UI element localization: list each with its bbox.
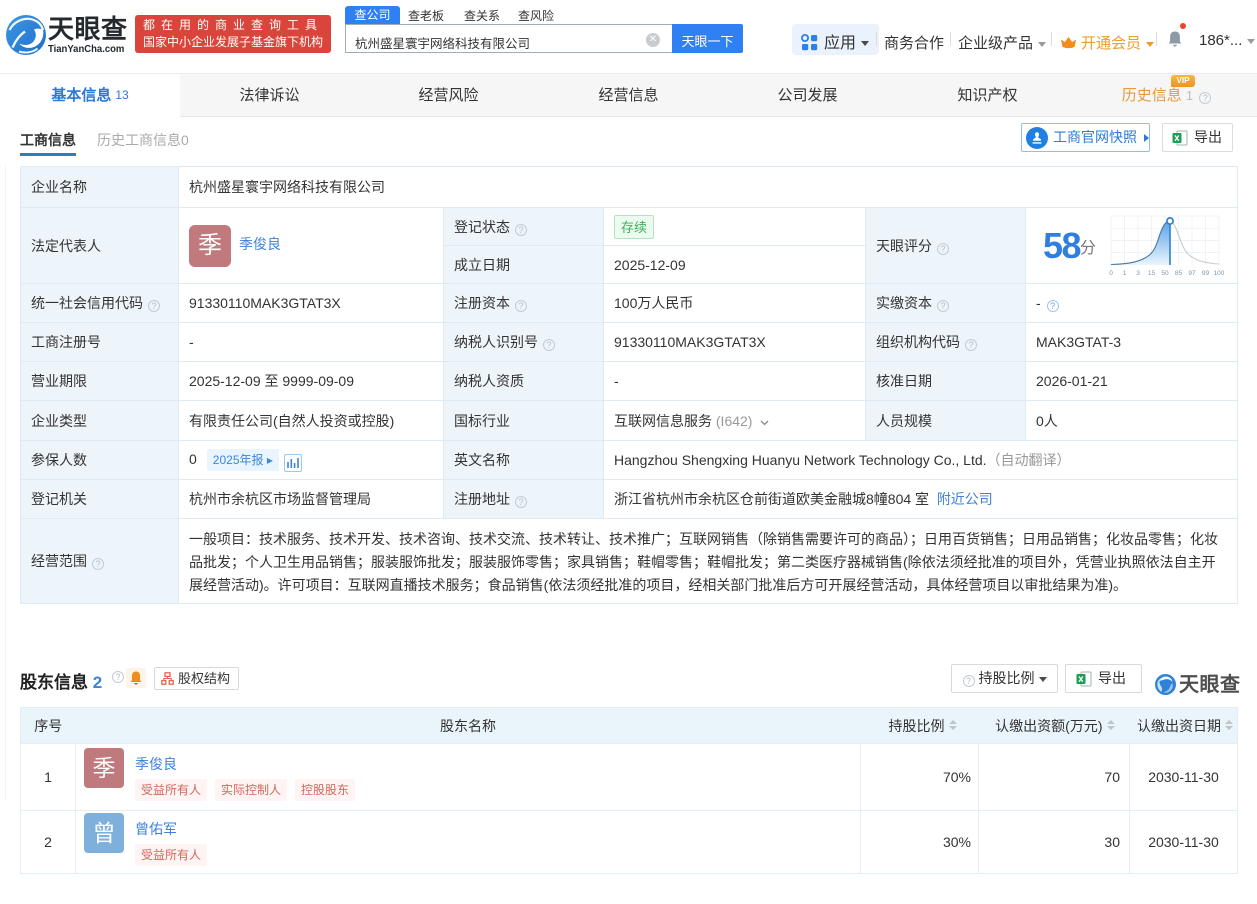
svg-text:85: 85: [1175, 270, 1183, 277]
svg-text:50: 50: [1161, 270, 1169, 277]
svg-text:97: 97: [1188, 270, 1196, 277]
svg-text:3: 3: [1136, 270, 1140, 277]
svg-text:0: 0: [1109, 270, 1113, 277]
svg-text:15: 15: [1148, 270, 1156, 277]
svg-text:1: 1: [1123, 270, 1127, 277]
svg-text:99: 99: [1202, 270, 1210, 277]
svg-text:100: 100: [1214, 270, 1225, 277]
